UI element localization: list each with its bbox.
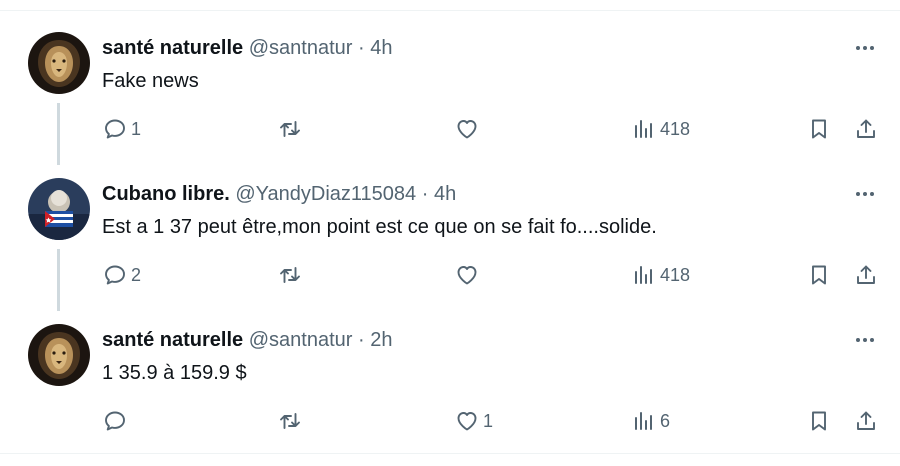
views-button[interactable]: 418 [632, 116, 690, 142]
display-name[interactable]: santé naturelle [102, 329, 243, 351]
tweet-1[interactable]: santé naturelle @santnatur · 4h Fake new… [0, 12, 900, 165]
analytics-icon [635, 120, 652, 138]
view-count: 418 [660, 118, 691, 139]
timestamp[interactable]: 2h [370, 329, 392, 351]
reply-count: 1 [131, 118, 142, 139]
like-button[interactable] [455, 116, 483, 142]
timestamp[interactable]: 4h [434, 183, 456, 205]
separator-dot: · [358, 329, 365, 351]
views-button[interactable]: 6 [632, 408, 670, 434]
share-button[interactable] [854, 116, 878, 142]
reply-count: 2 [131, 264, 142, 285]
more-options-icon[interactable] [848, 328, 882, 352]
reply-button[interactable] [103, 408, 131, 434]
views-button[interactable]: 418 [632, 262, 690, 288]
heart-icon [457, 120, 477, 139]
user-handle[interactable]: @YandyDiaz115084 [235, 183, 416, 205]
like-button[interactable] [455, 262, 483, 288]
avatar[interactable] [28, 324, 90, 386]
bookmark-icon [812, 265, 826, 285]
tweet-text: Est a 1 37 peut être,mon point est ce qu… [102, 216, 657, 238]
tweet-text: 1 35.9 à 159.9 $ [102, 362, 247, 384]
action-bar: 1 418 [0, 112, 900, 146]
display-name[interactable]: Cubano libre. [102, 183, 230, 205]
like-count: 1 [483, 410, 494, 431]
avatar[interactable] [28, 32, 90, 94]
view-count: 6 [660, 410, 671, 431]
share-button[interactable] [854, 262, 878, 288]
tweet-2[interactable]: Cubano libre. @YandyDiaz115084 · 4h Est … [0, 158, 900, 311]
action-bar: 1 6 [0, 404, 900, 438]
bookmark-button[interactable] [807, 408, 831, 434]
bookmark-button[interactable] [807, 116, 831, 142]
bookmark-icon [812, 119, 826, 139]
share-icon [857, 265, 875, 284]
tweet-header: santé naturelle @santnatur · 4h [102, 36, 392, 60]
tweet-header: santé naturelle @santnatur · 2h [102, 328, 392, 352]
analytics-icon [635, 412, 652, 430]
lion-avatar-icon [28, 324, 90, 386]
heart-icon [457, 412, 477, 431]
share-icon [857, 411, 875, 430]
separator-dot: · [358, 37, 365, 59]
user-handle[interactable]: @santnatur [249, 37, 353, 59]
action-bar: 2 418 [0, 258, 900, 292]
lion-avatar-icon [28, 32, 90, 94]
bookmark-icon [812, 411, 826, 431]
retweet-icon [280, 121, 300, 137]
user-handle[interactable]: @santnatur [249, 329, 353, 351]
share-icon [857, 119, 875, 138]
cuban-flag-avatar-icon [28, 178, 90, 240]
retweet-icon [280, 413, 300, 429]
bookmark-button[interactable] [807, 262, 831, 288]
top-divider [0, 10, 900, 11]
retweet-icon [280, 267, 300, 283]
more-options-icon[interactable] [848, 36, 882, 60]
reply-icon [105, 119, 125, 139]
tweet-3[interactable]: santé naturelle @santnatur · 2h 1 35.9 à… [0, 304, 900, 450]
retweet-button[interactable] [278, 116, 306, 142]
reply-icon [105, 411, 125, 431]
avatar[interactable] [28, 178, 90, 240]
view-count: 418 [660, 264, 691, 285]
reply-button[interactable]: 2 [103, 262, 141, 288]
like-button[interactable]: 1 [455, 408, 493, 434]
analytics-icon [635, 266, 652, 284]
retweet-button[interactable] [278, 408, 306, 434]
bottom-divider [0, 453, 900, 454]
share-button[interactable] [854, 408, 878, 434]
tweet-header: Cubano libre. @YandyDiaz115084 · 4h [102, 182, 456, 206]
heart-icon [457, 266, 477, 285]
reply-icon [105, 265, 125, 285]
tweet-text: Fake news [102, 70, 199, 92]
reply-button[interactable]: 1 [103, 116, 141, 142]
separator-dot: · [421, 183, 429, 205]
retweet-button[interactable] [278, 262, 306, 288]
more-options-icon[interactable] [848, 182, 882, 206]
display-name[interactable]: santé naturelle [102, 37, 243, 59]
timestamp[interactable]: 4h [370, 37, 392, 59]
